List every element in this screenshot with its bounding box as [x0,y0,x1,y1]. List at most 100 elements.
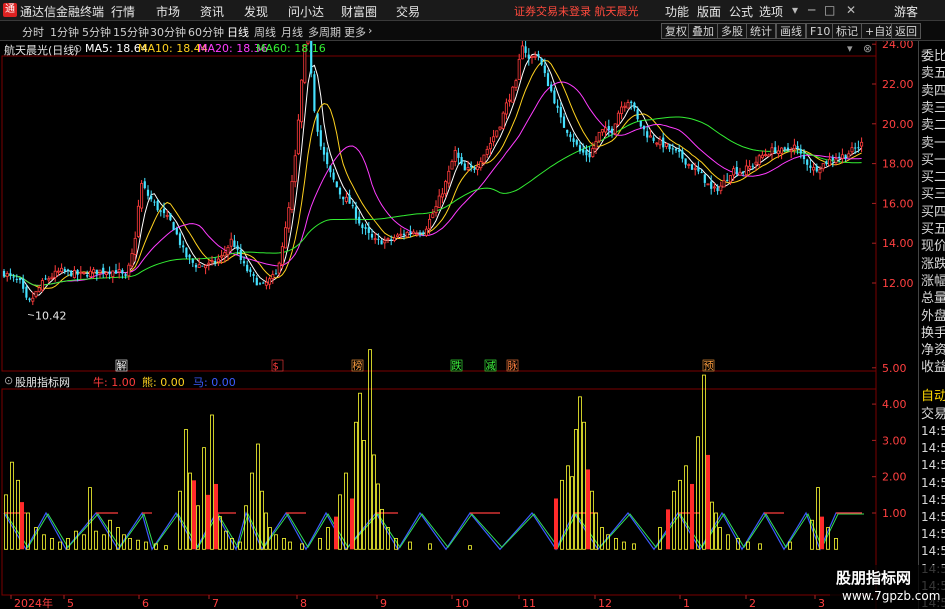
indicator-bar[interactable] [710,501,714,550]
candle-body[interactable] [504,102,508,115]
side-item[interactable]: 卖三 [921,97,945,116]
indicator-bar[interactable] [574,429,578,550]
side-item[interactable]: 买三 [921,183,945,202]
period-monthly[interactable]: 月线 [281,24,303,40]
candle-body[interactable] [252,273,255,276]
indicator-bar[interactable] [690,483,694,550]
side-item[interactable]: 现价 [921,235,945,254]
candle-body[interactable] [31,297,35,302]
indicator-bar[interactable] [632,543,636,550]
candle-body[interactable] [440,193,444,198]
candle-body[interactable] [776,150,780,154]
candle-body[interactable] [658,139,662,146]
candle-body[interactable] [415,233,419,236]
candle-body[interactable] [664,143,668,147]
side-item[interactable]: 外盘 [921,305,945,324]
candle-body[interactable] [300,79,304,123]
indicator-gear-icon[interactable]: ⊙ [4,374,13,387]
button-fanhui[interactable]: 返回 [891,23,921,39]
side-item[interactable]: 卖二 [921,114,945,133]
candle-body[interactable] [386,238,390,241]
candle-body[interactable] [488,142,492,150]
candle-body[interactable] [716,187,719,192]
indicator-bar[interactable] [210,414,214,550]
side-item[interactable]: 买五 [921,218,945,237]
candle-body[interactable] [37,287,41,292]
candle-body[interactable] [204,265,208,269]
candle-body[interactable] [188,254,191,258]
indicator-bar[interactable] [372,454,376,550]
indicator-bar[interactable] [326,527,330,550]
candle-body[interactable] [572,138,575,142]
close-icon[interactable]: ✕ [846,3,856,17]
indicator-bar[interactable] [164,545,168,550]
candle-body[interactable] [789,149,793,153]
settings-gear-icon[interactable]: ⊙ [73,42,82,55]
candle-body[interactable] [517,58,521,81]
indicator-bar[interactable] [834,538,838,550]
period-more[interactable]: 更多 [344,24,366,40]
candle-body[interactable] [191,259,194,263]
candle-body[interactable] [728,175,732,183]
candle-body[interactable] [831,157,834,161]
candle-body[interactable] [399,233,403,236]
candle-body[interactable] [828,158,832,166]
candle-body[interactable] [623,105,627,108]
candle-body[interactable] [412,231,416,235]
menu-gongneng[interactable]: 功能 [665,3,689,20]
candle-body[interactable] [847,153,851,158]
candle-body[interactable] [86,274,89,277]
candle-body[interactable] [255,277,258,286]
candle-body[interactable] [44,278,47,280]
menu-caifuquan[interactable]: 财富圈 [341,3,377,20]
candle-body[interactable] [799,149,802,154]
side-item[interactable]: 卖一 [921,132,945,151]
candle-body[interactable] [392,237,396,241]
candle-body[interactable] [162,208,166,214]
candle-body[interactable] [418,232,422,235]
side-item[interactable]: 涨跌 [921,253,945,272]
candle-body[interactable] [735,167,738,174]
indicator-bar[interactable] [718,527,722,550]
candle-body[interactable] [463,163,466,171]
candle-body[interactable] [710,181,713,189]
candle-body[interactable] [296,119,300,155]
candle-body[interactable] [50,276,54,279]
candle-body[interactable] [9,273,12,276]
period-5min[interactable]: 5分钟 [82,24,111,40]
indicator-bar[interactable] [334,516,338,550]
candle-body[interactable] [102,267,105,274]
candle-body[interactable] [402,233,406,236]
side-item[interactable]: 卖五 [921,62,945,81]
candle-body[interactable] [815,166,818,172]
candle-body[interactable] [348,195,351,204]
candle-body[interactable] [569,134,572,138]
candlesticks[interactable] [2,41,864,306]
candle-body[interactable] [498,126,502,130]
candle-body[interactable] [783,147,786,149]
candle-body[interactable] [239,249,242,260]
candle-body[interactable] [169,213,172,221]
menu-shichang[interactable]: 市场 [156,3,180,20]
candle-body[interactable] [133,237,137,255]
indicator-name[interactable]: 股朋指标网 [15,374,70,390]
candle-body[interactable] [774,147,777,153]
candle-body[interactable] [185,247,188,258]
candle-body[interactable] [111,270,115,277]
candle-body[interactable] [236,245,239,250]
candle-body[interactable] [293,155,297,183]
candle-body[interactable] [63,269,66,272]
candle-body[interactable] [821,163,825,170]
candle-body[interactable] [511,86,515,103]
candle-body[interactable] [671,148,674,150]
indicator-bar[interactable] [42,534,46,550]
candle-body[interactable] [655,142,659,145]
indicator-bar[interactable] [468,545,472,550]
candle-body[interactable] [719,185,723,192]
candle-body[interactable] [550,84,553,92]
candle-body[interactable] [143,181,146,189]
candle-body[interactable] [114,270,118,274]
candle-body[interactable] [361,224,364,229]
candle-body[interactable] [88,270,92,278]
candle-body[interactable] [172,222,175,231]
